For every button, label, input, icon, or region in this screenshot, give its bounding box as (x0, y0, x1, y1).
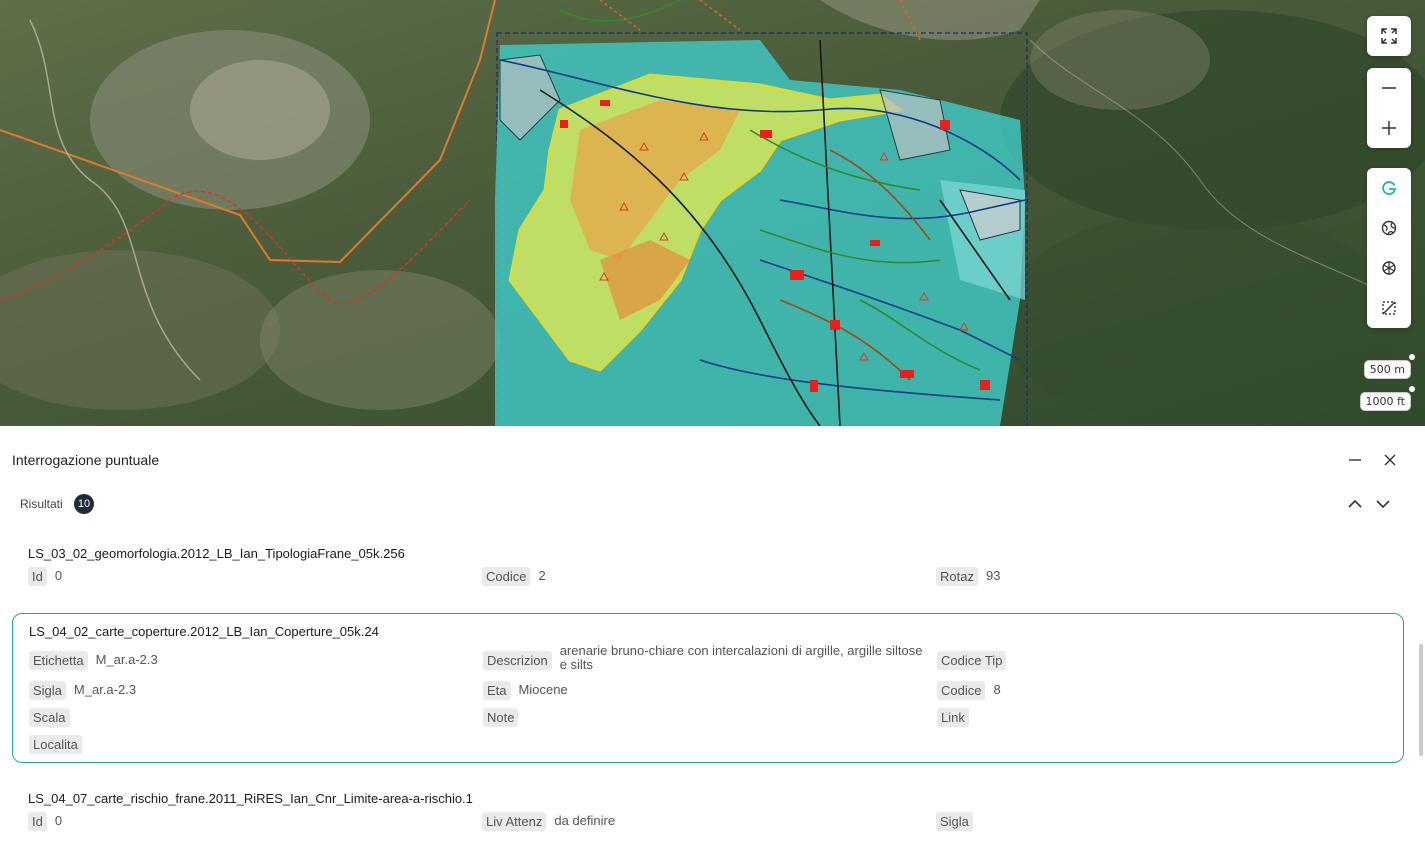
field-label: Etichetta (29, 651, 88, 670)
field-value: arenarie bruno-chiare con intercalazioni… (559, 643, 923, 672)
scale-imperial: 1000 ft (1359, 392, 1411, 411)
map-view[interactable]: 500 m 1000 ft (0, 0, 1425, 426)
panel-title: Interrogazione puntuale (12, 452, 160, 468)
field-label: Sigla (29, 681, 66, 700)
field-label: Id (28, 567, 47, 586)
scale-handle (1409, 386, 1415, 392)
field-label: Sigla (936, 812, 973, 831)
result-field: Eta Miocene (483, 681, 568, 700)
field-value: da definire (554, 813, 616, 828)
field-label: Link (937, 708, 969, 727)
ai-layer-button[interactable] (1367, 248, 1411, 288)
globe-icon (1381, 220, 1397, 236)
results-label: Risultati (20, 497, 63, 511)
result-field: Sigla (936, 812, 981, 831)
tools-control[interactable] (1367, 168, 1411, 328)
result-field: Id 0 (28, 812, 62, 831)
result-field: Rotaz 93 (936, 567, 1000, 586)
field-label: Localita (29, 735, 82, 754)
field-label: Codice (937, 681, 986, 700)
field-value: M_ar.a-2.3 (73, 682, 137, 697)
field-label: Codice Tip (937, 651, 1007, 670)
field-label: Rotaz (936, 567, 978, 586)
result-card[interactable]: LS_04_07_carte_rischio_frane.2011_RiRES_… (12, 781, 1402, 846)
field-value: 0 (54, 568, 63, 583)
field-value: 8 (993, 682, 1001, 697)
google-layer-button[interactable] (1367, 168, 1411, 208)
result-field: Localita (29, 735, 90, 754)
openai-icon (1382, 261, 1396, 275)
selection-icon (1382, 301, 1396, 315)
result-field: Id 0 (28, 567, 62, 586)
globe-layer-button[interactable] (1367, 208, 1411, 248)
field-label: Codice (482, 567, 531, 586)
field-label: Descrizion (483, 651, 552, 670)
result-card-title: LS_04_02_carte_coperture.2012_LB_Ian_Cop… (29, 624, 379, 639)
close-button[interactable] (1380, 450, 1400, 470)
zoom-control[interactable] (1367, 68, 1411, 148)
field-label: Eta (483, 681, 511, 700)
fullscreen-control[interactable] (1367, 16, 1411, 56)
result-field: Liv Attenz da definire (482, 812, 615, 831)
g-logo-icon (1382, 181, 1397, 195)
scale-metric: 500 m (1363, 360, 1411, 379)
chevron-down-icon (1376, 500, 1390, 509)
previous-result-button[interactable] (1345, 494, 1365, 514)
field-value: 93 (985, 568, 1001, 583)
next-result-button[interactable] (1373, 494, 1393, 514)
zoom-in-button[interactable] (1367, 108, 1411, 148)
chevron-up-icon (1348, 499, 1362, 508)
result-card-selected[interactable]: LS_04_02_carte_coperture.2012_LB_Ian_Cop… (12, 613, 1404, 763)
result-field: Descrizion arenarie bruno-chiare con int… (483, 644, 930, 672)
results-count-badge: 10 (74, 494, 94, 514)
result-card[interactable]: LS_03_02_geomorfologia.2012_LB_Ian_Tipol… (12, 536, 1402, 596)
selection-layer-button[interactable] (1367, 288, 1411, 328)
field-value: 2 (538, 568, 546, 583)
result-field: Link (937, 708, 977, 727)
field-label: Id (28, 812, 47, 831)
query-panel: Interrogazione puntuale Risultati 10 LS_… (0, 426, 1425, 851)
field-value: 0 (54, 813, 63, 828)
result-field: Codice 8 (937, 681, 1001, 700)
result-field: Scala (29, 708, 78, 727)
scale-handle (1409, 354, 1415, 360)
zoom-out-button[interactable] (1367, 68, 1411, 108)
result-field: Etichetta M_ar.a-2.3 (29, 651, 158, 670)
satellite-map[interactable] (0, 0, 1425, 426)
result-card-title: LS_03_02_geomorfologia.2012_LB_Ian_Tipol… (28, 546, 405, 561)
minus-icon (1349, 459, 1361, 461)
field-label: Scala (29, 708, 70, 727)
minus-icon (1382, 87, 1396, 89)
result-field: Note (483, 708, 526, 727)
result-field: Codice 2 (482, 567, 546, 586)
result-field: Codice Tip (937, 651, 1014, 670)
expand-icon (1381, 28, 1397, 44)
close-icon (1384, 454, 1396, 466)
field-value: M_ar.a-2.3 (95, 652, 158, 667)
result-field: Sigla M_ar.a-2.3 (29, 681, 136, 700)
minimize-button[interactable] (1345, 450, 1365, 470)
fullscreen-button[interactable] (1367, 16, 1411, 56)
field-label: Note (483, 708, 519, 727)
field-value: Miocene (518, 682, 568, 697)
plus-icon (1382, 121, 1396, 135)
results-scrollbar[interactable] (1419, 644, 1423, 756)
result-card-title: LS_04_07_carte_rischio_frane.2011_RiRES_… (28, 791, 473, 806)
field-label: Liv Attenz (482, 812, 547, 831)
